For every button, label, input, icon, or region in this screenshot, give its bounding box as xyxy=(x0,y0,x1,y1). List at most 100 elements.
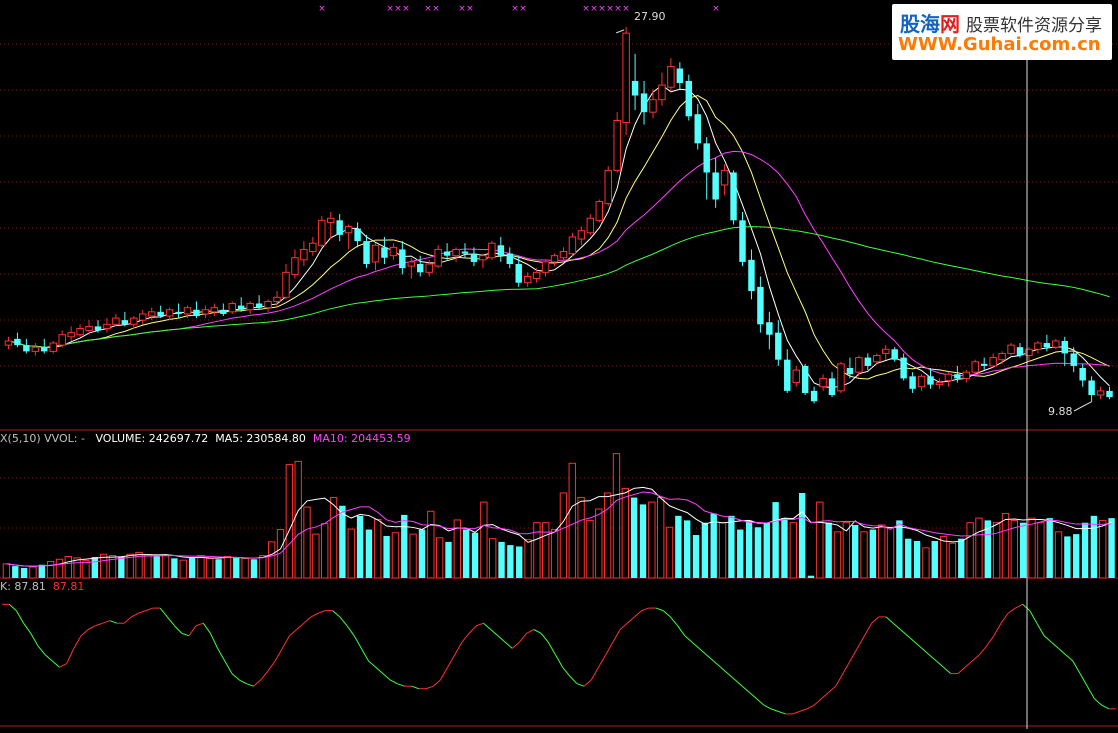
candle-body xyxy=(139,313,147,321)
candle-body xyxy=(694,114,701,144)
k-segment xyxy=(432,679,441,687)
volume-bar xyxy=(2,563,11,579)
volume-bar xyxy=(966,522,974,579)
candle-body xyxy=(291,257,299,275)
k-segment xyxy=(159,607,168,618)
volume-bar xyxy=(498,541,505,578)
k-segment xyxy=(1072,660,1081,674)
k-segment xyxy=(281,635,290,649)
k-segment xyxy=(900,629,908,637)
k-segment xyxy=(1022,603,1031,611)
volume-bar xyxy=(285,464,294,579)
candle-body xyxy=(954,374,961,379)
volume-bar xyxy=(603,492,612,579)
k-segment xyxy=(174,625,183,634)
candle-body xyxy=(264,300,272,309)
candle-body xyxy=(255,303,263,308)
volume-bar xyxy=(409,533,417,579)
k-segment xyxy=(224,660,233,674)
candle-body xyxy=(989,357,997,367)
volume-bar xyxy=(958,538,965,578)
candle-body xyxy=(882,348,890,354)
candlestick-series xyxy=(4,26,1113,404)
k-segment xyxy=(828,685,837,693)
candle-body xyxy=(640,93,648,113)
k-segment xyxy=(490,629,499,637)
signal-marker: × xyxy=(590,4,598,14)
candle-body xyxy=(49,342,57,352)
k-segment xyxy=(454,641,463,655)
k-segment xyxy=(217,648,226,662)
watermark-url: WWW.Guhai.com.cn xyxy=(898,34,1101,55)
k-segment xyxy=(511,641,520,649)
candle-body xyxy=(792,369,800,384)
volume-bar xyxy=(374,518,382,579)
signal-marker: × xyxy=(318,4,326,14)
volume-bar xyxy=(118,556,125,578)
k-segment xyxy=(562,666,571,677)
volume-bar xyxy=(233,557,240,578)
volume-bar xyxy=(46,561,55,579)
k-segment xyxy=(1036,622,1045,637)
volume-bar xyxy=(82,560,90,579)
volume-bar xyxy=(648,501,656,579)
volume-bar xyxy=(878,524,886,579)
candle-body xyxy=(909,376,916,389)
stock-chart[interactable]: × × × × × × × × × × × × × × × × × 27.90 9.88 X(5,10) VVO… xyxy=(0,0,1118,729)
candle-body xyxy=(604,169,612,205)
volume-bar xyxy=(896,520,903,578)
k-indicator-line xyxy=(2,603,1116,715)
candle-body xyxy=(417,264,424,273)
k-segment xyxy=(598,654,607,668)
k-segment xyxy=(246,683,254,687)
indicator-legend-k: K: 87.81 xyxy=(0,580,46,593)
k-segment xyxy=(30,633,39,647)
volume-bar xyxy=(1001,513,1010,579)
candle-body xyxy=(810,390,818,402)
volume-bar xyxy=(144,554,152,579)
volume-bar xyxy=(524,539,532,579)
volume-bar xyxy=(825,522,832,578)
k-segment xyxy=(957,666,966,674)
k-segment xyxy=(763,704,772,710)
k-segment xyxy=(569,675,578,685)
k-segment xyxy=(188,625,197,637)
signal-marker: × xyxy=(394,4,402,14)
volume-bar xyxy=(718,522,727,579)
signal-marker: × xyxy=(424,4,432,14)
signal-marker: × xyxy=(712,4,720,14)
k-segment xyxy=(296,622,305,630)
k-segment xyxy=(497,635,506,643)
k-segment xyxy=(914,641,923,649)
signal-marker: × xyxy=(386,4,394,14)
candle-body xyxy=(381,247,388,258)
candle-body xyxy=(712,172,719,200)
k-segment xyxy=(23,622,32,634)
k-segment xyxy=(749,692,757,700)
volume-bar xyxy=(684,520,691,578)
candle-body xyxy=(980,363,988,366)
k-segment xyxy=(619,622,628,630)
volume-bar xyxy=(516,546,523,578)
volume-bar xyxy=(1054,531,1063,579)
candle-body xyxy=(31,346,40,352)
volume-bar xyxy=(807,575,815,578)
candle-body xyxy=(550,255,559,263)
candle-body xyxy=(130,317,138,325)
candle-body xyxy=(201,309,210,315)
chart-canvas[interactable]: × × × × × × × × × × × × × × × × × xyxy=(0,0,1118,729)
candle-body xyxy=(389,246,398,257)
candle-body xyxy=(363,241,370,264)
candle-body xyxy=(613,119,621,171)
volume-bar xyxy=(639,504,647,578)
volume-bar xyxy=(922,547,930,579)
volume-bar xyxy=(20,567,28,578)
volume-bar xyxy=(188,557,196,578)
k-segment xyxy=(813,698,822,706)
candle-body xyxy=(846,368,854,375)
candle-body xyxy=(873,355,881,363)
volume-bar xyxy=(312,533,320,579)
k-segment xyxy=(928,654,937,662)
volume-bar xyxy=(1064,536,1071,578)
candle-body xyxy=(443,251,451,256)
